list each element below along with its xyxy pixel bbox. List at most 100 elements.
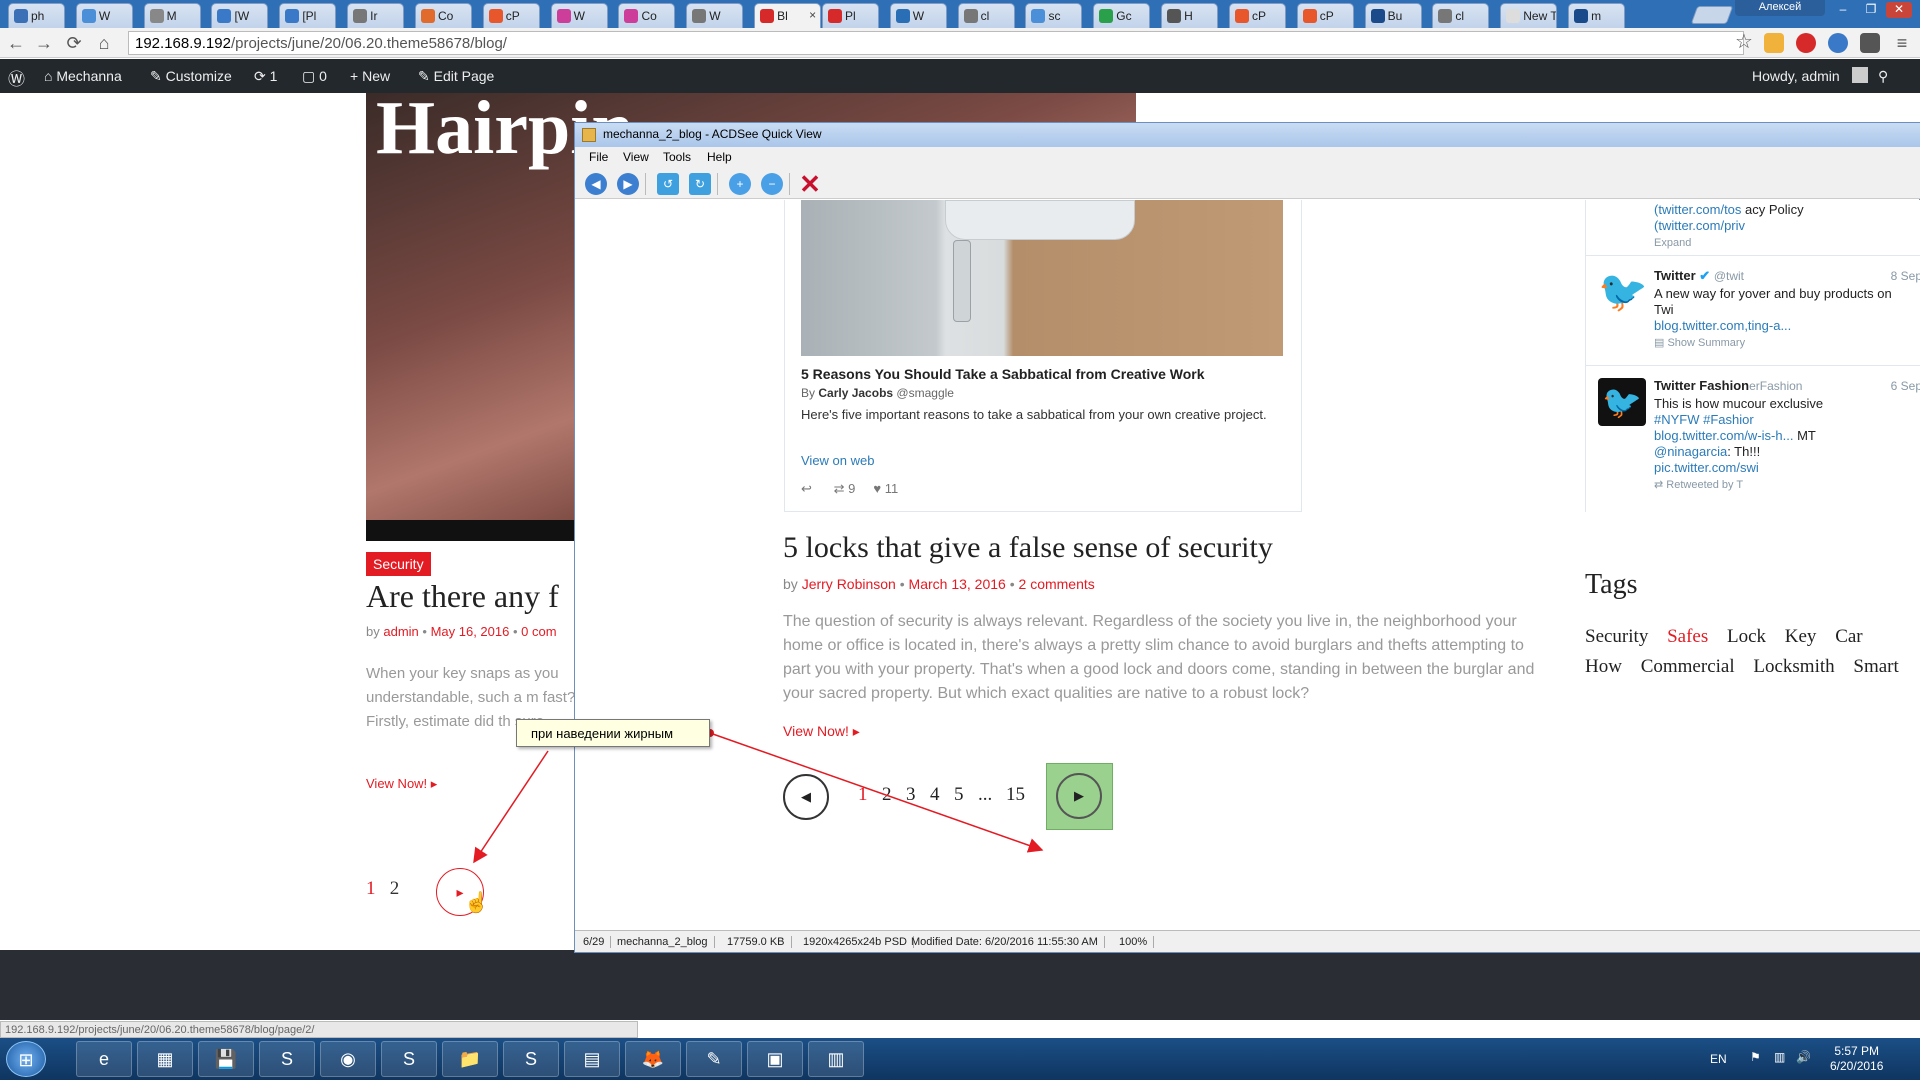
tag-lock[interactable]: Lock bbox=[1727, 626, 1766, 647]
tag-how[interactable]: How bbox=[1585, 656, 1622, 677]
tag-key[interactable]: Key bbox=[1785, 626, 1817, 647]
tweet-author[interactable]: Twitter bbox=[1654, 268, 1696, 283]
bookmark-star-icon[interactable]: ☆ bbox=[1732, 31, 1756, 53]
tweet-handle[interactable]: erFashion bbox=[1749, 379, 1802, 393]
browser-tab[interactable]: W bbox=[686, 3, 744, 28]
browser-tab[interactable]: H bbox=[1161, 3, 1219, 28]
show-summary-link[interactable]: ▤ Show Summary bbox=[1654, 337, 1745, 349]
adblock-icon[interactable] bbox=[1796, 33, 1816, 53]
category-badge[interactable]: Security bbox=[366, 552, 431, 576]
tweet-expand[interactable]: Expand bbox=[1654, 237, 1691, 249]
browser-tab[interactable]: M bbox=[143, 3, 201, 28]
bg-meta-date[interactable]: May 16, 2016 bbox=[431, 624, 510, 639]
taskbar-app-icon[interactable]: ✎ bbox=[686, 1041, 742, 1077]
browser-tab[interactable]: [W bbox=[211, 3, 269, 28]
tag-smart[interactable]: Smart bbox=[1853, 656, 1898, 677]
view-now-link[interactable]: View Now! ▸ bbox=[783, 723, 860, 740]
tweet-handle[interactable]: @twit bbox=[1714, 269, 1744, 283]
reload-button[interactable]: ⟳ bbox=[62, 32, 86, 54]
page-2[interactable]: 2 bbox=[882, 784, 892, 806]
previous-image-icon[interactable]: ◀ bbox=[585, 173, 607, 195]
tweet-link[interactable]: pic.twitter.com/swi bbox=[1654, 460, 1759, 475]
post-title[interactable]: 5 locks that give a false sense of secur… bbox=[783, 531, 1273, 565]
network-icon[interactable]: ▥ bbox=[1774, 1050, 1785, 1064]
menu-file[interactable]: File bbox=[589, 150, 608, 164]
tweet-link[interactable]: blog.twitter.com,ting-a... bbox=[1654, 318, 1791, 333]
browser-tab[interactable]: W bbox=[550, 3, 608, 28]
tag-safes[interactable]: Safes bbox=[1667, 626, 1708, 647]
tweet-link[interactable]: blog.twitter.com/w-is-h... bbox=[1654, 428, 1793, 443]
browser-tab[interactable]: cP bbox=[482, 3, 540, 28]
restore-button[interactable]: ❐ bbox=[1858, 2, 1884, 18]
wp-search-icon[interactable]: ⚲ bbox=[1878, 68, 1888, 85]
taskbar-app-icon[interactable]: 💾 bbox=[198, 1041, 254, 1077]
bg-page-2[interactable]: 2 bbox=[390, 878, 400, 899]
card-title[interactable]: 5 Reasons You Should Take a Sabbatical f… bbox=[801, 366, 1205, 382]
back-button[interactable]: ← bbox=[4, 32, 28, 54]
wp-customize-link[interactable]: ✎ Customize bbox=[150, 68, 232, 85]
bg-view-now-link[interactable]: View Now! ▸ bbox=[366, 776, 437, 792]
browser-tab[interactable]: Ir bbox=[347, 3, 405, 28]
taskbar-app-icon[interactable]: 📁 bbox=[442, 1041, 498, 1077]
extension-globe-icon[interactable] bbox=[1828, 33, 1848, 53]
browser-tab[interactable]: New T bbox=[1500, 3, 1558, 28]
browser-tab[interactable]: Bl × bbox=[754, 3, 822, 28]
forward-button[interactable]: → bbox=[32, 32, 56, 54]
browser-tab[interactable]: Pl bbox=[821, 3, 879, 28]
browser-tab[interactable]: cP bbox=[1228, 3, 1286, 28]
taskbar-app-icon[interactable]: S bbox=[381, 1041, 437, 1077]
menu-tools[interactable]: Tools bbox=[663, 150, 691, 164]
bg-meta-comments[interactable]: 0 com bbox=[521, 624, 556, 639]
page-1[interactable]: 1 bbox=[858, 784, 868, 806]
twitter-fashion-avatar[interactable]: 🐦 bbox=[1598, 378, 1646, 426]
close-window-button[interactable]: ✕ bbox=[1886, 2, 1912, 18]
volume-icon[interactable]: 🔊 bbox=[1796, 1050, 1811, 1064]
url-field[interactable]: 192.168.9.192/projects/june/20/06.20.the… bbox=[128, 31, 1744, 55]
home-button[interactable]: ⌂ bbox=[92, 32, 116, 54]
page-15[interactable]: 15 bbox=[1006, 784, 1025, 806]
tweet-date[interactable]: 8 Sep bbox=[1891, 268, 1920, 284]
browser-tab[interactable]: ph bbox=[8, 3, 65, 28]
bg-post-title[interactable]: Are there any f bbox=[366, 578, 559, 615]
wp-edit-page-link[interactable]: ✎ Edit Page bbox=[418, 68, 494, 85]
wp-howdy-link[interactable]: Howdy, admin bbox=[1752, 68, 1840, 84]
view-on-web-link[interactable]: View on web bbox=[801, 453, 874, 468]
page-4[interactable]: 4 bbox=[930, 784, 940, 806]
browser-tab[interactable]: Co bbox=[618, 3, 676, 28]
tag-locksmith[interactable]: Locksmith bbox=[1753, 656, 1834, 677]
post-author[interactable]: Jerry Robinson bbox=[802, 576, 896, 592]
browser-tab[interactable]: Co bbox=[414, 3, 472, 28]
post-comments[interactable]: 2 comments bbox=[1019, 576, 1095, 592]
taskbar-app-icon[interactable]: e bbox=[76, 1041, 132, 1077]
browser-tab[interactable]: sc bbox=[1025, 3, 1083, 28]
browser-tab[interactable]: W bbox=[889, 3, 947, 28]
browser-tab[interactable]: Bu bbox=[1364, 3, 1422, 28]
page-3[interactable]: 3 bbox=[906, 784, 916, 806]
taskbar-app-icon[interactable]: S bbox=[259, 1041, 315, 1077]
taskbar-app-icon[interactable]: ▥ bbox=[808, 1041, 864, 1077]
zoom-in-icon[interactable]: + bbox=[729, 173, 751, 195]
tweet-date[interactable]: 6 Sep bbox=[1891, 378, 1920, 394]
taskbar-app-icon[interactable]: 🦊 bbox=[625, 1041, 681, 1077]
post-date[interactable]: March 13, 2016 bbox=[909, 576, 1006, 592]
tweet-hashtags[interactable]: #NYFW #Fashior bbox=[1654, 412, 1754, 427]
tweet-link[interactable]: (twitter.com/priv bbox=[1654, 218, 1745, 233]
chrome-menu-icon[interactable]: ≡ bbox=[1890, 32, 1914, 54]
language-indicator[interactable]: EN bbox=[1710, 1052, 1727, 1066]
close-viewer-icon[interactable]: ✕ bbox=[799, 171, 821, 197]
tweet-mention[interactable]: @ninagarcia bbox=[1654, 444, 1727, 459]
tag-commercial[interactable]: Commercial bbox=[1641, 656, 1735, 677]
browser-tab[interactable]: [Pl bbox=[279, 3, 337, 28]
tab-close-icon[interactable]: × bbox=[809, 8, 816, 22]
next-page-button[interactable]: ▶ bbox=[1056, 773, 1102, 819]
wordpress-logo-icon[interactable]: Ⓦ bbox=[8, 65, 25, 90]
wp-comments-link[interactable]: ▢ 0 bbox=[302, 68, 327, 85]
browser-tab[interactable]: m bbox=[1568, 3, 1626, 28]
browser-tab[interactable]: W bbox=[75, 3, 133, 28]
prev-page-button[interactable]: ◀ bbox=[783, 774, 829, 820]
tag-car[interactable]: Car bbox=[1835, 626, 1862, 647]
clock[interactable]: 5:57 PM 6/20/2016 bbox=[1830, 1044, 1883, 1074]
tweet-author[interactable]: Twitter Fashion bbox=[1654, 378, 1749, 393]
avatar[interactable] bbox=[1852, 67, 1868, 83]
tag-security[interactable]: Security bbox=[1585, 626, 1648, 647]
